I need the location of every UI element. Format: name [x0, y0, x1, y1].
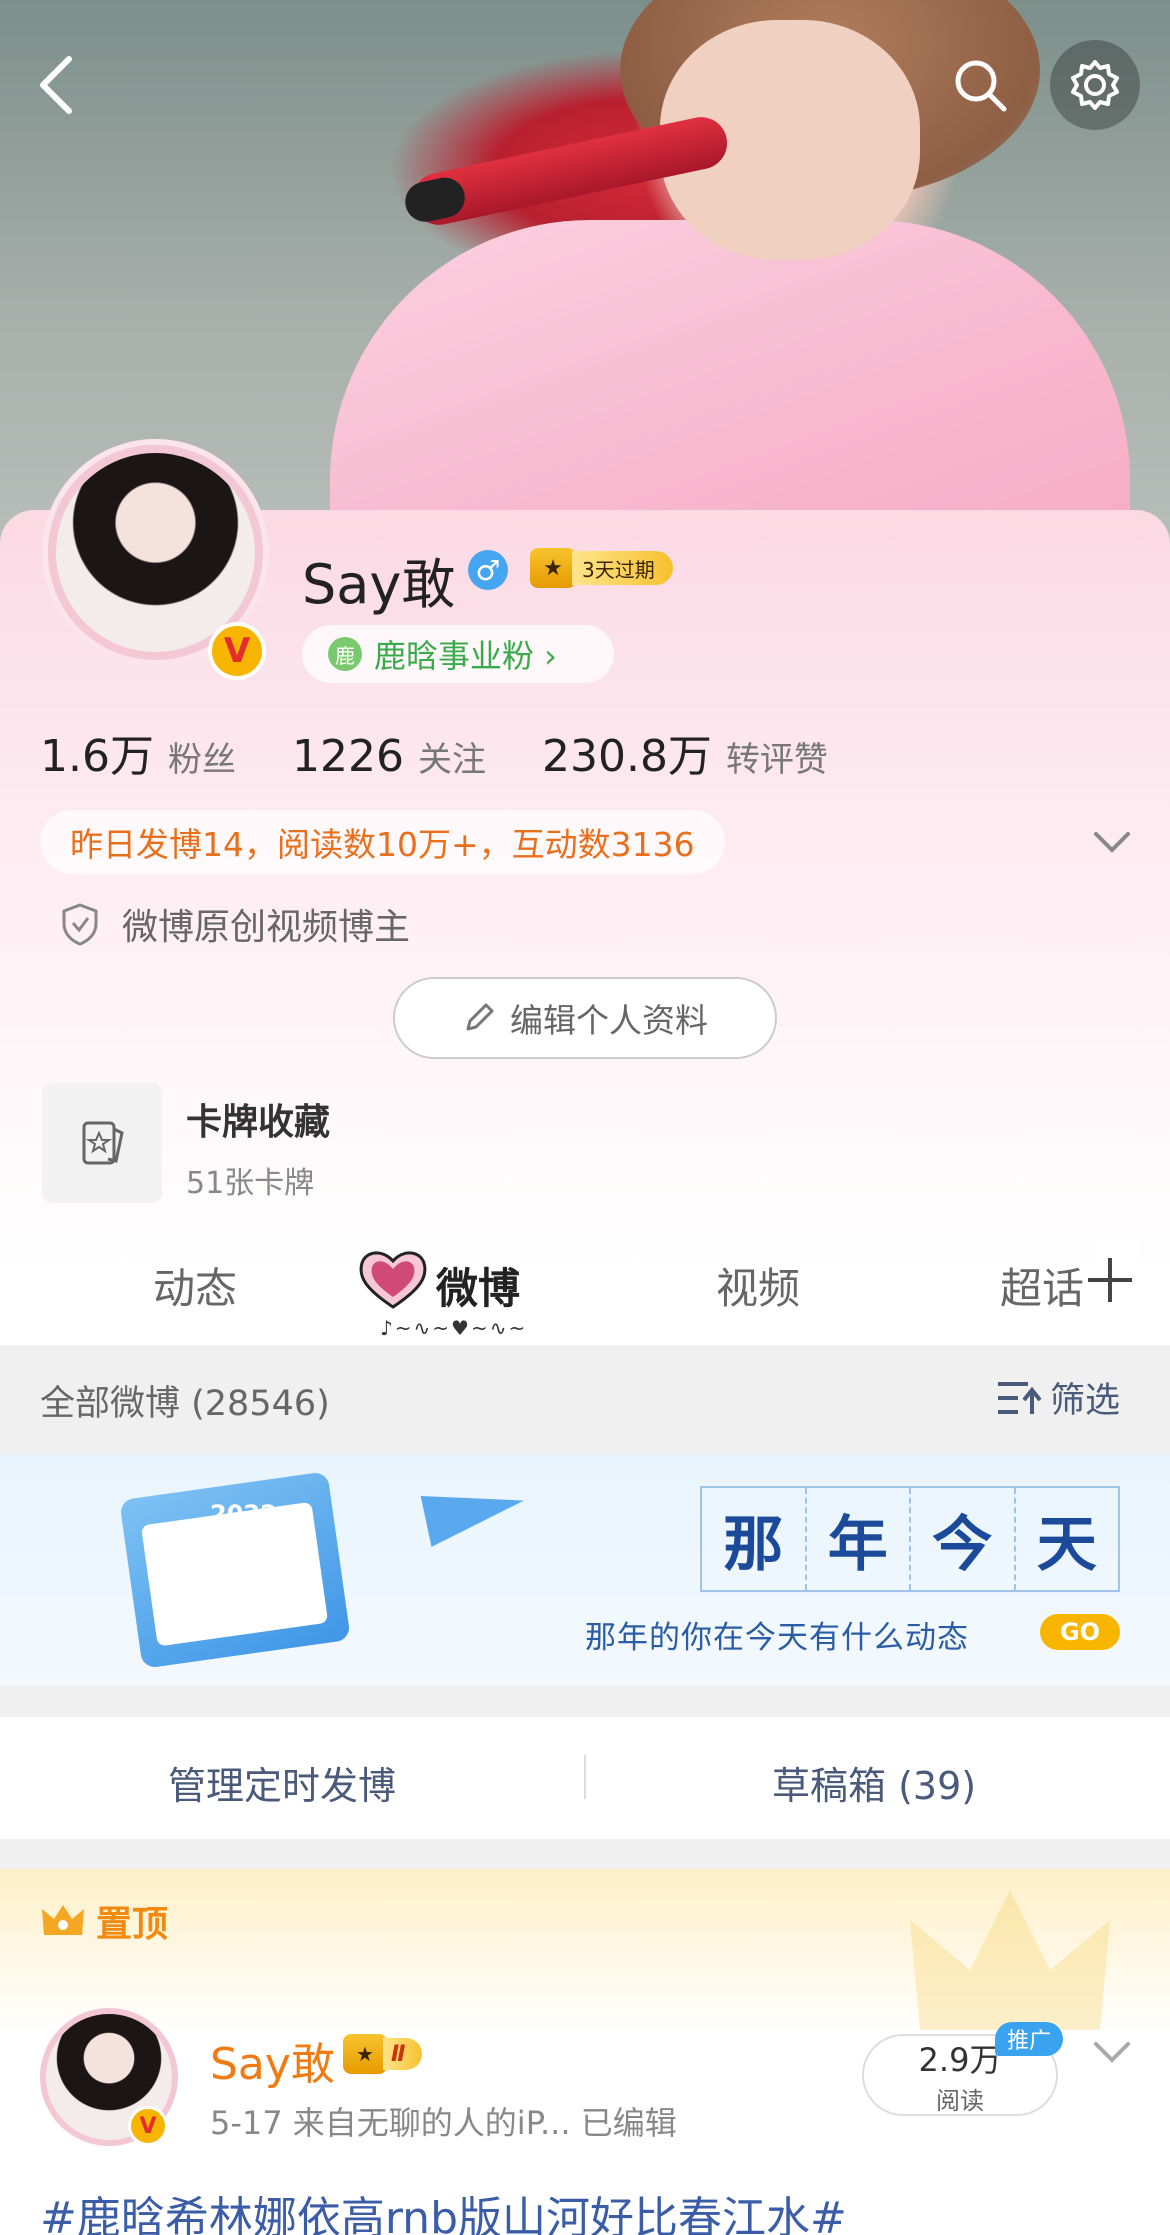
- shield-icon: [62, 903, 98, 946]
- filter-label: 筛选: [1050, 1381, 1121, 1421]
- promote-badge[interactable]: 推广: [995, 2022, 1064, 2056]
- divider: [0, 1685, 1170, 1717]
- pinned-label: 置顶: [96, 1904, 169, 1945]
- crown-icon: ★: [530, 548, 576, 588]
- chevron-down-icon: [1094, 2042, 1130, 2063]
- scheduled-posts-button[interactable]: 管理定时发博: [168, 1755, 396, 1810]
- read-count-value: 2.9万: [918, 2040, 1002, 2079]
- banner-title-char: 今: [911, 1488, 1016, 1590]
- post-author-name[interactable]: Say敢: [210, 2028, 335, 2092]
- fan-group-pill[interactable]: 鹿 鹿晗事业粉 ›: [302, 625, 614, 683]
- banner-go-button[interactable]: GO: [1040, 1614, 1120, 1650]
- banner-subtitle: 那年的你在今天有什么动态: [585, 1620, 969, 1656]
- card-icon: [82, 1121, 124, 1165]
- post-meta: 5-17 来自无聊的人的iP... 已编辑: [210, 2104, 677, 2142]
- post-text-topic[interactable]: #鹿晗希林娜依高rnb版山河好比春江水#: [40, 2182, 847, 2235]
- verified-badge: V: [128, 2106, 168, 2146]
- plus-icon: [1088, 1258, 1132, 1302]
- profile-page: V Say敢 ♂ ★ 3天过期 鹿 鹿晗事业粉 › 1.6万 粉丝 1226 关…: [0, 0, 1170, 2235]
- manage-bar: 管理定时发博 草稿箱 (39): [0, 1717, 1170, 1839]
- vip-level-label: Ⅱ: [383, 2038, 422, 2070]
- crown-icon: [42, 1905, 84, 1935]
- card-collection-subtitle: 51张卡牌: [186, 1166, 315, 1201]
- male-gender-icon: ♂: [468, 550, 508, 590]
- all-posts-label[interactable]: 全部微博 (28546): [40, 1375, 330, 1426]
- vip-level-badge[interactable]: ★ Ⅱ: [343, 2034, 422, 2074]
- verified-badge: V: [208, 622, 266, 680]
- card-collection-icon-box[interactable]: [42, 1083, 162, 1203]
- heart-icon: [359, 1251, 427, 1309]
- pinned-tag: 置顶: [40, 1895, 168, 1947]
- profile-stats: 1.6万 粉丝 1226 关注 230.8万 转评赞: [40, 720, 884, 784]
- cover-shirt: [330, 220, 1130, 560]
- post-menu-button[interactable]: [1090, 2030, 1134, 2074]
- calendar-year: 2022: [210, 1500, 277, 1528]
- divider: [584, 1755, 586, 1799]
- crown-icon: ★: [343, 2034, 387, 2074]
- fan-group-label: 鹿晗事业粉 ›: [374, 637, 557, 675]
- tab-activity[interactable]: 动态: [153, 1255, 237, 1316]
- drafts-button[interactable]: 草稿箱 (39): [772, 1755, 976, 1810]
- gear-icon: [1071, 60, 1119, 110]
- edit-profile-button[interactable]: 编辑个人资料: [393, 977, 777, 1059]
- profile-name: Say敢: [302, 553, 456, 616]
- search-button[interactable]: [935, 40, 1025, 130]
- back-button[interactable]: [12, 40, 102, 130]
- expand-button[interactable]: [1090, 820, 1134, 864]
- tab-supertopic[interactable]: 超话: [1000, 1255, 1084, 1316]
- certification-label: 微博原创视频博主: [122, 907, 411, 948]
- followers-count[interactable]: 1.6万: [40, 720, 154, 784]
- banner-title-char: 天: [1036, 1509, 1097, 1580]
- divider: [0, 1839, 1170, 1869]
- vip-expiry-label: 3天过期: [572, 551, 673, 585]
- deer-icon: 鹿: [328, 637, 362, 671]
- search-icon: [955, 60, 1007, 112]
- filter-button[interactable]: 筛选: [996, 1372, 1120, 1423]
- interactions-label[interactable]: 转评赞: [726, 732, 828, 781]
- read-count-label: 阅读: [936, 2086, 984, 2115]
- banner-title-char: 那: [702, 1488, 807, 1590]
- tab-indicator: ♪~∿~♥~∿~: [380, 1316, 528, 1340]
- sort-filter-icon: [998, 1381, 1042, 1414]
- tab-weibo[interactable]: 微博: [436, 1255, 520, 1316]
- following-label[interactable]: 关注: [418, 732, 486, 781]
- daily-brief[interactable]: 昨日发博14，阅读数10万+，互动数3136: [40, 810, 725, 874]
- following-count[interactable]: 1226: [292, 731, 404, 782]
- tab-video[interactable]: 视频: [716, 1255, 800, 1316]
- edit-profile-label: 编辑个人资料: [510, 1001, 708, 1040]
- banner-title-char: 年: [807, 1488, 911, 1590]
- profile-tabs: 动态 微博 视频 超话: [0, 1235, 1170, 1345]
- followers-label[interactable]: 粉丝: [168, 732, 236, 781]
- certification-row[interactable]: 微博原创视频博主: [60, 898, 410, 950]
- banner-title: 那 年 今 天: [700, 1486, 1120, 1592]
- vip-badge[interactable]: ★ 3天过期: [530, 545, 673, 591]
- back-arrow-icon: [40, 56, 72, 114]
- pencil-icon: [466, 1003, 494, 1031]
- card-collection-title[interactable]: 卡牌收藏: [186, 1093, 330, 1145]
- interactions-count[interactable]: 230.8万: [542, 720, 712, 784]
- settings-button[interactable]: [1050, 40, 1140, 130]
- add-tab-button[interactable]: [1082, 1240, 1138, 1320]
- chevron-down-icon: [1094, 832, 1130, 853]
